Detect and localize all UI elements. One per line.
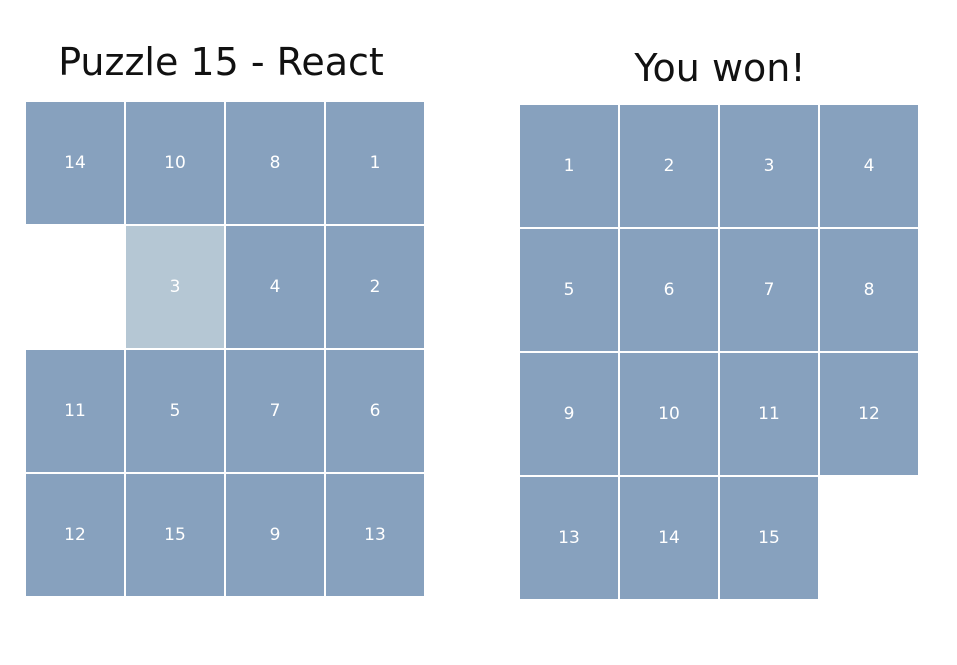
puzzle-tile-7[interactable]: 7 bbox=[226, 350, 324, 472]
puzzle-tile-11: 11 bbox=[720, 353, 818, 475]
win-message: You won! bbox=[634, 46, 806, 90]
puzzle-tile-14: 14 bbox=[620, 477, 718, 599]
puzzle-tile-14[interactable]: 14 bbox=[26, 102, 124, 224]
puzzle-tile-12[interactable]: 12 bbox=[26, 474, 124, 596]
puzzle-tile-8[interactable]: 8 bbox=[226, 102, 324, 224]
puzzle-tile-10[interactable]: 10 bbox=[126, 102, 224, 224]
puzzle-tile-15: 15 bbox=[720, 477, 818, 599]
puzzle-tile-2: 2 bbox=[620, 105, 718, 227]
puzzle-tile-1[interactable]: 1 bbox=[326, 102, 424, 224]
empty-slot bbox=[820, 477, 918, 599]
puzzle-board: 14 10 8 1 3 4 2 11 5 7 6 12 15 9 13 bbox=[26, 102, 426, 598]
puzzle-tile-6: 6 bbox=[620, 229, 718, 351]
puzzle-tile-9: 9 bbox=[520, 353, 618, 475]
puzzle-tile-6[interactable]: 6 bbox=[326, 350, 424, 472]
puzzle-title: Puzzle 15 - React bbox=[58, 40, 384, 84]
puzzle-tile-9[interactable]: 9 bbox=[226, 474, 324, 596]
puzzle-tile-1: 1 bbox=[520, 105, 618, 227]
puzzle-tile-3: 3 bbox=[720, 105, 818, 227]
puzzle-tile-7: 7 bbox=[720, 229, 818, 351]
puzzle-tile-4: 4 bbox=[820, 105, 918, 227]
puzzle-tile-15[interactable]: 15 bbox=[126, 474, 224, 596]
puzzle-tile-3[interactable]: 3 bbox=[126, 226, 224, 348]
puzzle-tile-4[interactable]: 4 bbox=[226, 226, 324, 348]
solved-puzzle-board: 1 2 3 4 5 6 7 8 9 10 11 12 13 14 15 bbox=[520, 105, 920, 601]
puzzle-tile-12: 12 bbox=[820, 353, 918, 475]
puzzle-tile-11[interactable]: 11 bbox=[26, 350, 124, 472]
puzzle-tile-13: 13 bbox=[520, 477, 618, 599]
puzzle-tile-2[interactable]: 2 bbox=[326, 226, 424, 348]
puzzle-tile-5[interactable]: 5 bbox=[126, 350, 224, 472]
puzzle-tile-5: 5 bbox=[520, 229, 618, 351]
puzzle-tile-13[interactable]: 13 bbox=[326, 474, 424, 596]
empty-slot bbox=[26, 226, 124, 348]
puzzle-tile-8: 8 bbox=[820, 229, 918, 351]
puzzle-tile-10: 10 bbox=[620, 353, 718, 475]
